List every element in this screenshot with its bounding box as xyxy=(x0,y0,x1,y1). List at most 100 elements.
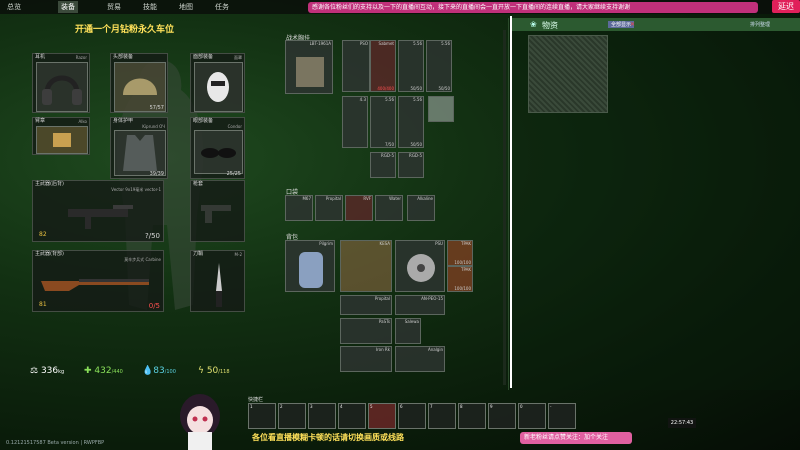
slot-number: 1 xyxy=(250,404,253,409)
cell-title: PSU xyxy=(435,241,443,246)
cell-title: RGD-5 xyxy=(381,153,394,158)
cell-value: 100/100 xyxy=(454,260,471,265)
tab-label: 贸易 xyxy=(107,3,121,11)
stat-max: /118 xyxy=(218,369,230,375)
pocket-slot[interactable]: Propital xyxy=(315,195,343,221)
slot-bodyarmor[interactable]: 身体护甲 Kiprund ОЧ 39/39 xyxy=(110,117,168,179)
rig-cell[interactable]: PSO xyxy=(342,40,370,92)
tab-quests[interactable]: 任务 xyxy=(212,1,232,13)
slot-melee[interactable]: 刀鞘 M-2 xyxy=(190,250,245,312)
tab-gear[interactable]: 装备 xyxy=(58,1,78,13)
quick-slot[interactable]: 3 xyxy=(308,403,336,429)
slot-item-name: 莫辛步兵式 Carbine xyxy=(124,257,161,262)
tab-label: 地图 xyxy=(179,3,193,11)
backpack-cell[interactable]: Iron Rk xyxy=(340,346,392,372)
cell-title: M67 xyxy=(302,196,311,201)
backpack-cell[interactable]: AN-PEO-15 xyxy=(395,295,445,315)
cell-title: Water xyxy=(389,196,401,201)
clock: 22:57:43 xyxy=(668,418,696,428)
pocket-slot[interactable]: M67 xyxy=(285,195,313,221)
backpack-cell[interactable]: Propital xyxy=(340,295,392,315)
quick-slot[interactable]: 2 xyxy=(278,403,306,429)
slot-item-name: Vector 9x19毫米 vector-1 xyxy=(111,187,161,192)
rig-cell[interactable] xyxy=(428,96,454,122)
quick-slot[interactable]: 8 xyxy=(458,403,486,429)
pocket-slot[interactable]: RVF xyxy=(345,195,373,221)
rig-cell[interactable]: 5.56 50/50 xyxy=(426,40,452,92)
sort-button[interactable]: 排列整理 xyxy=(750,21,770,28)
backpack-icon xyxy=(299,252,323,288)
quick-slot[interactable]: 7 xyxy=(428,403,456,429)
backpack-item[interactable]: Pilgrim xyxy=(285,240,335,292)
backpack-cell[interactable]: TPAK 100/100 xyxy=(447,240,473,266)
slot-primary-weapon[interactable]: 主武器(后背) Vector 9x19毫米 vector-1 82 ?/50 xyxy=(32,180,164,242)
backpack-cell[interactable]: KESA xyxy=(340,240,392,292)
earpiece-item[interactable] xyxy=(36,62,88,112)
tab-map[interactable]: 地图 xyxy=(176,1,196,13)
quick-slot[interactable]: 9 xyxy=(488,403,516,429)
slot-number: 9 xyxy=(490,404,493,409)
stream-caption: 各位看直播模糊卡顿的话请切换画质或线路 xyxy=(252,433,404,442)
slot-number: 6 xyxy=(400,404,403,409)
stat-value: 50 xyxy=(206,366,219,376)
quick-slot[interactable]: - xyxy=(548,403,576,429)
slot-label: 身体护甲 xyxy=(113,118,134,124)
slot-secondary-weapon[interactable]: 主武器(背部) 莫辛步兵式 Carbine 81 0/5 xyxy=(32,250,164,312)
quickbar-title: 快捷栏 xyxy=(248,397,264,403)
durability-text: 39/39 xyxy=(149,171,164,177)
rig-cell[interactable]: 5.56 7/50 xyxy=(370,96,396,148)
cell-title: Salewa xyxy=(404,319,419,324)
facecover-item[interactable] xyxy=(194,62,243,112)
helmet-icon xyxy=(123,78,157,95)
leaf-icon: ❀ xyxy=(530,20,537,29)
quick-slot[interactable]: 4 xyxy=(338,403,366,429)
slot-facecover[interactable]: 面部装备 面罩 xyxy=(190,53,245,113)
cell-value: 50/50 xyxy=(410,86,422,91)
stat-value: 432 xyxy=(94,366,112,376)
armband-item[interactable] xyxy=(36,126,88,154)
cell-title: TPAK xyxy=(461,267,471,272)
backpack-cell[interactable]: PaSTs xyxy=(340,318,392,344)
slot-armband[interactable]: 臂章 Alko xyxy=(32,117,90,155)
quick-slot[interactable]: 5 xyxy=(368,403,396,429)
eyewear-item[interactable] xyxy=(194,130,243,174)
rig-cell[interactable]: Sabmet 400/400 xyxy=(370,40,396,92)
promo-text: 开通一个月钻粉永久车位 xyxy=(75,25,175,35)
rig-item[interactable]: LBT-1961A xyxy=(285,40,333,94)
slot-headwear[interactable]: 头部装备 57/57 xyxy=(110,53,168,113)
cell-title: Analgin xyxy=(427,347,443,352)
rig-cell[interactable]: RGD-5 xyxy=(398,152,424,178)
loot-container-item[interactable] xyxy=(528,35,608,113)
close-icon[interactable]: ✕ xyxy=(630,21,635,28)
slot-earpiece[interactable]: 耳机 Razor xyxy=(32,53,90,113)
tab-trade[interactable]: 贸易 xyxy=(104,1,124,13)
rig-cell[interactable]: 5.56 50/50 xyxy=(398,96,424,148)
slot-label: 眼部装备 xyxy=(193,118,214,124)
tab-overview[interactable]: 总览 xyxy=(4,1,24,13)
slot-holster[interactable]: 枪套 xyxy=(190,180,245,242)
slot-eyewear[interactable]: 眼部装备 Condor 25/25 xyxy=(190,117,245,179)
backpack-cell[interactable]: PSU xyxy=(395,240,445,292)
pocket-slot[interactable]: Water xyxy=(375,195,403,221)
rig-cell[interactable]: RGD-5 xyxy=(370,152,396,178)
pistol-icon xyxy=(201,205,231,223)
stat-value: 336 xyxy=(40,366,59,376)
middle-scrollbar[interactable] xyxy=(503,30,506,385)
tab-skills[interactable]: 技能 xyxy=(140,1,160,13)
bodyarmor-item[interactable] xyxy=(114,130,166,176)
backpack-cell[interactable]: Salewa xyxy=(395,318,421,344)
rig-cell[interactable]: 5.56 50/50 xyxy=(398,40,424,92)
cell-title: PSO xyxy=(359,41,368,46)
pocket-slot[interactable]: Alkaline xyxy=(407,195,435,221)
rig-cell[interactable]: 4.3 xyxy=(342,96,368,148)
cell-title: RVF xyxy=(363,196,371,201)
energy-stat: ϟ 50/118 xyxy=(198,366,230,376)
quick-slot[interactable]: 1 xyxy=(248,403,276,429)
quick-slot[interactable]: 6 xyxy=(398,403,426,429)
backpack-cell[interactable]: TPAK 100/100 xyxy=(447,266,473,292)
cell-title: Propital xyxy=(325,196,341,201)
slot-label: 主武器(后背) xyxy=(35,181,64,187)
cell-title: Sabmet xyxy=(378,41,394,46)
backpack-cell[interactable]: Analgin xyxy=(395,346,445,372)
quick-slot[interactable]: 0 xyxy=(518,403,546,429)
